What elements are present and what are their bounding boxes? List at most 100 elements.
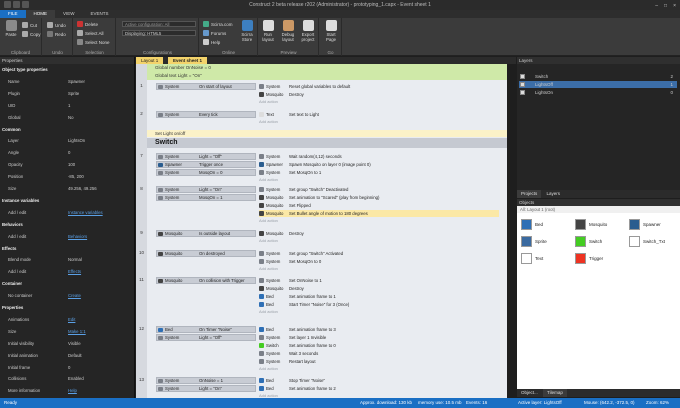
redo-icon[interactable] [22,1,29,8]
copy-button[interactable]: Copy [22,31,41,37]
property-row[interactable]: Initial animation Default [0,352,134,359]
select-all-button[interactable]: Select All [77,30,104,36]
event-action[interactable]: Mosquito Destroy [259,230,499,237]
event-condition[interactable]: System Light = "On" [156,186,256,193]
property-row[interactable]: Global No [0,114,134,121]
property-row[interactable]: Blend mode Normal [0,256,134,263]
property-row[interactable]: No container Create [0,292,134,299]
property-row[interactable]: Size Make 1:1 [0,328,134,335]
tab-objects[interactable]: Object... [517,389,542,397]
event-condition[interactable]: System Light = "Off" [156,153,256,160]
property-row[interactable]: More information Help [0,387,134,394]
active-configuration-select[interactable]: Active configuration: All [122,21,196,27]
property-row[interactable]: Add / edit Effects [0,268,134,275]
property-row[interactable]: Collisions Enabled [0,375,134,382]
visibility-checkbox[interactable] [520,74,525,79]
debug-layout-button[interactable]: Debug layout [279,20,297,42]
property-link[interactable]: Help [68,387,77,394]
add-action-link[interactable]: Add action [259,177,278,182]
layer-item-lightsoff[interactable]: LightsOff 1 [519,81,677,88]
property-row[interactable]: Plugin Sprite [0,90,134,97]
property-row[interactable]: Initial visibility Visible [0,340,134,347]
tab-layers[interactable]: Layers [543,190,565,198]
event-condition[interactable]: Spawner Trigger once [156,161,256,168]
event-action[interactable]: Mosquito Destroy [259,91,499,98]
event-condition[interactable]: Mosquito Is outside layout [156,230,256,237]
displaying-select[interactable]: Displaying: HTML5 [122,30,196,36]
visibility-checkbox[interactable] [520,90,525,95]
event-action[interactable]: System Set group "Switch" Deactivated [259,186,499,193]
event-action[interactable]: Mosquito Set Bullet angle of motion to 18… [259,210,499,217]
tab-view[interactable]: VIEW [55,10,83,18]
run-layout-button[interactable]: Run layout [259,20,277,42]
forums-link[interactable]: Forums [203,30,226,36]
add-action-link[interactable]: Add action [259,99,278,104]
event-action[interactable]: Bed Stop Timer "Noise" [259,377,499,384]
property-link[interactable]: Effects [68,268,81,275]
save-icon[interactable] [4,1,11,8]
property-row[interactable]: Name Spawner [0,78,134,85]
scirra-store-button[interactable]: Scirra Store [238,20,256,42]
event-action[interactable]: Text Set text to Light [259,111,499,118]
event-condition[interactable]: System On start of layout [156,83,256,90]
group-switch[interactable]: Switch [147,138,507,148]
tab-home[interactable]: HOME [25,10,56,18]
global-variable[interactable]: Global text Light = "On" [147,72,507,80]
global-variable[interactable]: Global number OnNoise = 0 [147,64,507,72]
property-link[interactable]: Create [68,292,81,299]
event-action[interactable]: System Set OnNoise to 1 [259,277,499,284]
event-action[interactable]: Mosquito Destroy [259,285,499,292]
object-item[interactable]: Spawner [629,219,680,233]
visibility-checkbox[interactable] [520,82,525,87]
add-action-link[interactable]: Add action [259,309,278,314]
redo-button[interactable]: Redo [47,31,66,37]
add-action-link[interactable]: Add action [259,238,278,243]
event-condition[interactable]: System OnNoise = 1 [156,377,256,384]
add-action-link[interactable]: Add action [259,218,278,223]
paste-button[interactable]: Paste [2,20,20,37]
event-condition[interactable]: System Every tick [156,111,256,118]
object-item[interactable]: Switch [575,236,627,250]
object-item[interactable]: Sprite [521,236,573,250]
event-condition[interactable]: System MosqOn = 0 [156,169,256,176]
event-condition[interactable]: Mosquito On collision with Trigger [156,277,256,284]
event-action[interactable]: Mosquito Set animation to "Scared" (play … [259,194,499,201]
event-condition[interactable]: Bed On Timer "Noise" [156,326,256,333]
comment-row[interactable]: Set Light on/off [147,130,507,137]
property-row[interactable]: Layer LightsOn [0,137,134,144]
property-row[interactable]: Size 49.256, 49.256 [0,185,134,192]
undo-icon[interactable] [13,1,20,8]
event-action[interactable]: Bed Start Timer "Noise" for 3 (Once) [259,301,499,308]
scirra-link[interactable]: Scirra.com [203,21,233,27]
event-action[interactable]: System Set MosqOn to 1 [259,169,499,176]
event-action[interactable]: System Set layer 1 Invisible [259,334,499,341]
property-link[interactable]: Behaviors [68,233,87,240]
event-action[interactable]: System Set MosqOn to 0 [259,258,499,265]
property-link[interactable]: Instance variables [68,209,103,216]
tab-tilemap[interactable]: Tilemap [543,389,567,397]
tab-file[interactable]: FILE [0,10,26,18]
property-row[interactable]: Add / edit Instance variables [0,209,134,216]
event-condition[interactable]: System MosqOn = 1 [156,194,256,201]
object-item[interactable]: Switch_Txt [629,236,680,250]
property-row[interactable]: Animations Edit [0,316,134,323]
property-row[interactable]: Opacity 100 [0,161,134,168]
help-link[interactable]: Help [203,39,220,45]
event-action[interactable]: System Restart layout [259,358,499,365]
undo-button[interactable]: Undo [47,22,66,28]
object-item[interactable]: Trigger [575,253,627,267]
property-link[interactable]: Edit [68,316,75,323]
event-action[interactable]: System Reset global variables to default [259,83,499,90]
event-condition[interactable]: System Light = "On" [156,385,256,392]
property-row[interactable]: Initial frame 0 [0,364,134,371]
property-link[interactable]: Make 1:1 [68,328,86,335]
property-row[interactable]: UID 1 [0,102,134,109]
add-action-link[interactable]: Add action [259,366,278,371]
event-action[interactable]: Bed Set animation frame to 1 [259,293,499,300]
object-item[interactable]: Text [521,253,573,267]
select-none-button[interactable]: Select None [77,39,110,45]
event-condition[interactable]: System Light = "Off" [156,334,256,341]
event-action[interactable]: Switch Set animation frame to 0 [259,342,499,349]
tab-projects[interactable]: Projects [517,190,542,198]
event-action[interactable]: System Wait 3 seconds [259,350,499,357]
